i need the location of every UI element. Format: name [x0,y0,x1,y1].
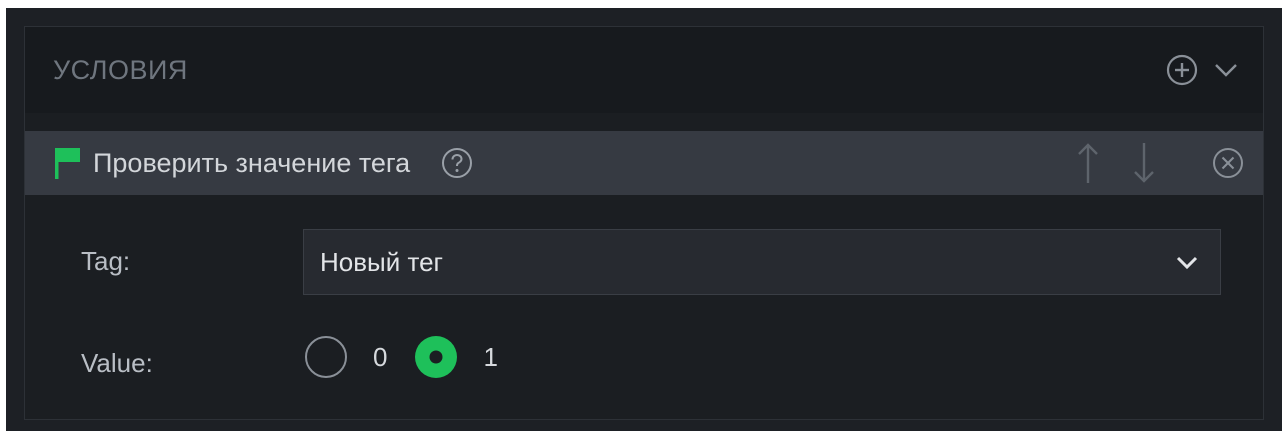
arrow-down-icon[interactable] [1133,141,1155,185]
radio-label-1: 1 [483,341,498,372]
condition-title: Проверить значение тега [93,147,411,178]
section-title: УСЛОВИЯ [53,54,188,85]
tag-select[interactable]: Новый тег [303,229,1221,295]
tag-select-value: Новый тег [320,246,444,277]
radio-unselected-icon[interactable] [303,334,349,380]
radio-option-0[interactable]: 0 [303,334,387,380]
chevron-down-icon[interactable] [1211,55,1241,85]
radio-selected-icon[interactable] [413,334,459,380]
value-label: Value: [81,348,153,378]
radio-option-1[interactable]: 1 [413,334,498,380]
conditions-container: УСЛОВИЯ Проверить значение тега Tag: Нов… [6,8,1282,431]
question-circle-icon[interactable] [440,146,474,180]
chevron-down-icon [1172,247,1202,277]
condition-header: Проверить значение тега [25,131,1263,195]
flag-icon [53,145,83,181]
conditions-panel: УСЛОВИЯ Проверить значение тега Tag: Нов… [24,26,1264,420]
tag-label: Tag: [81,246,131,276]
arrow-up-icon[interactable] [1077,141,1099,185]
plus-circle-icon[interactable] [1165,53,1199,87]
radio-label-0: 0 [373,341,388,372]
close-circle-icon[interactable] [1211,146,1245,180]
value-radio-group: 0 1 [303,334,498,380]
section-header: УСЛОВИЯ [25,27,1263,113]
